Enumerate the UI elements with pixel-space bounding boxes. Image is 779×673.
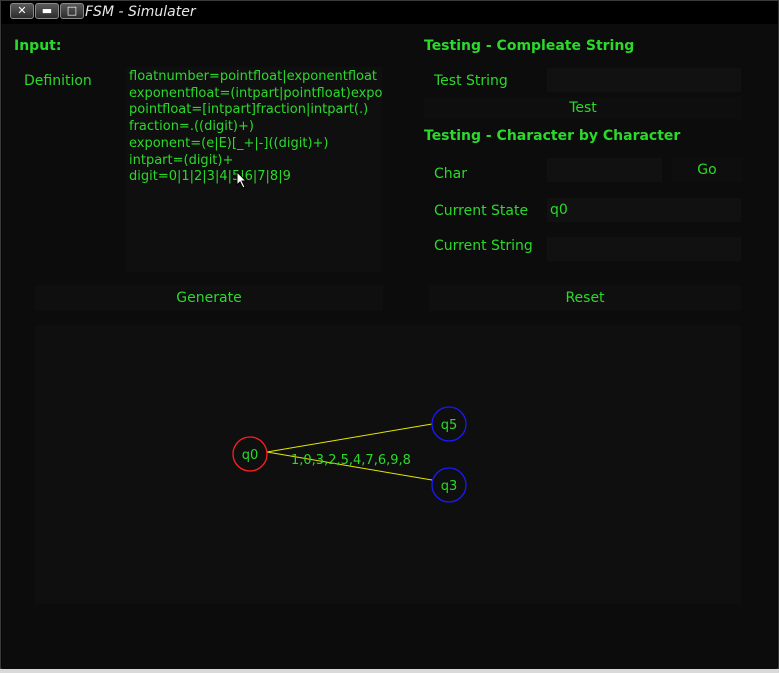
definition-line: digit=0|1|2|3|4|5|6|7|8|9 <box>129 169 291 185</box>
transition-edge-q0-q5 <box>266 423 433 453</box>
app-window: ✕ ▬ □ FSM - Simulater Input: Definition … <box>0 0 779 669</box>
definition-line: pointfloat=[intpart]fraction|intpart(.) <box>129 102 369 118</box>
transition-label: 1,0,3,2,5,4,7,6,9,8 <box>291 453 411 468</box>
fsm-graph: q0 q5 q3 1,0,3,2,5,4,7,6,9,8 <box>232 406 467 503</box>
test-string-label: Test String <box>434 73 508 89</box>
main-panel: Input: Definition floatnumber=pointfloat… <box>2 24 777 669</box>
testing-char-header: Testing - Character by Character <box>424 128 681 144</box>
state-label-q5: q5 <box>441 418 458 433</box>
definition-line: fraction=.((digit)+) <box>129 119 254 135</box>
fsm-graph-canvas: q0 q5 q3 1,0,3,2,5,4,7,6,9,8 <box>35 325 741 604</box>
current-state-field: q0 <box>547 198 741 222</box>
window-title: FSM - Simulater <box>85 4 196 20</box>
minimize-window-icon[interactable]: ▬ <box>35 3 59 19</box>
test-button[interactable]: Test <box>424 97 742 119</box>
test-string-input[interactable] <box>547 68 741 92</box>
state-label-q0: q0 <box>242 448 259 463</box>
current-string-field <box>547 237 741 261</box>
mouse-cursor-icon <box>236 171 248 189</box>
definition-line: floatnumber=pointfloat|exponentfloat <box>129 69 378 84</box>
maximize-window-icon[interactable]: □ <box>60 3 84 19</box>
go-button[interactable]: Go <box>672 158 742 182</box>
state-label-q3: q3 <box>441 479 458 494</box>
definition-label: Definition <box>24 73 92 89</box>
testing-complete-header: Testing - Compleate String <box>424 38 635 54</box>
definition-line: exponentfloat=(intpart|pointfloat)expone… <box>129 85 382 101</box>
title-bar: ✕ ▬ □ FSM - Simulater <box>1 1 778 24</box>
current-string-label: Current String <box>434 238 533 254</box>
definition-textarea[interactable]: floatnumber=pointfloat|exponentfloat exp… <box>126 67 382 272</box>
close-window-icon[interactable]: ✕ <box>10 3 34 19</box>
definition-line: exponent=(e|E)[_+|-]((digit)+) <box>129 135 329 151</box>
generate-button[interactable]: Generate <box>35 285 383 311</box>
definition-line: intpart=(digit)+ <box>129 152 234 168</box>
reset-button[interactable]: Reset <box>429 285 741 311</box>
char-label: Char <box>434 166 467 182</box>
char-input[interactable] <box>547 158 662 182</box>
input-header: Input: <box>14 38 62 54</box>
current-state-label: Current State <box>434 203 529 219</box>
